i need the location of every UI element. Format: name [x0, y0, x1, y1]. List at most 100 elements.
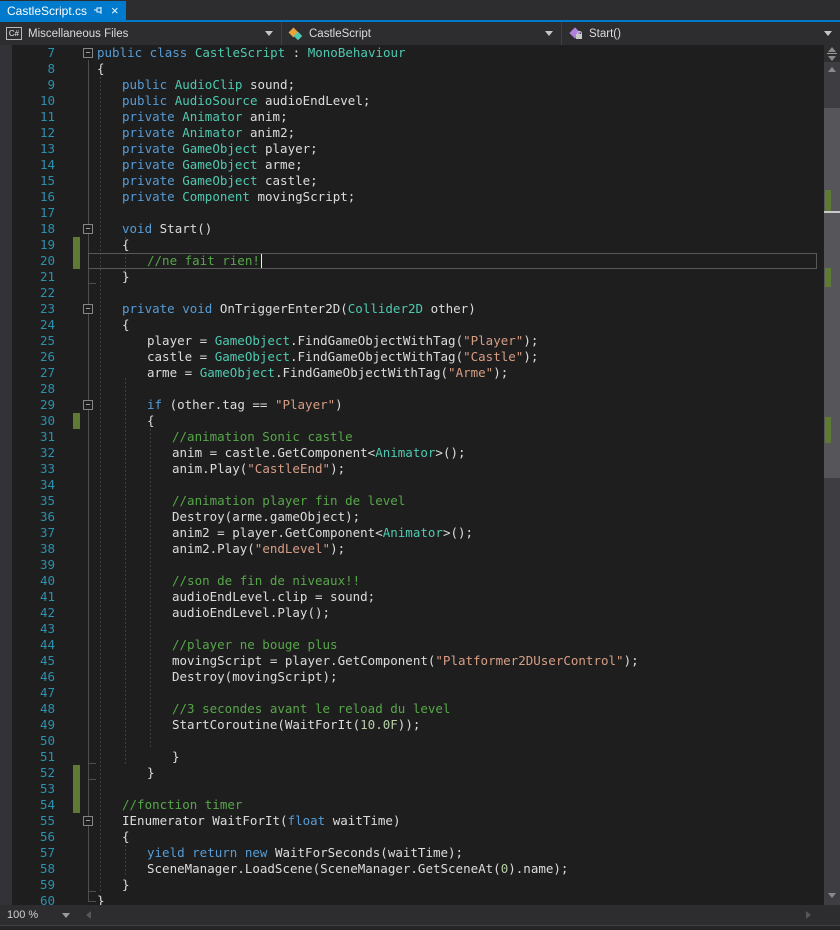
member-dropdown[interactable]: Start()	[562, 22, 840, 45]
tab-title: CastleScript.cs	[7, 4, 87, 18]
line-number: 34	[12, 477, 55, 493]
code-text: {	[122, 829, 130, 845]
code-text: {	[122, 237, 130, 253]
code-text: audioEndLevel.Play();	[172, 605, 330, 621]
scroll-left-icon[interactable]	[86, 911, 91, 919]
line-number: 60	[12, 893, 55, 905]
code-line: 25player = GameObject.FindGameObjectWith…	[0, 333, 824, 349]
code-text: }	[172, 749, 180, 765]
code-line: 36 Destroy(arme.gameObject);	[0, 509, 824, 525]
code-line: 40//son de fin de niveaux!!	[0, 573, 824, 589]
code-text: Destroy(movingScript);	[172, 669, 338, 685]
code-line: 51}	[0, 749, 824, 765]
line-number: 37	[12, 525, 55, 541]
code-line: 11private Animator anim;	[0, 109, 824, 125]
code-area[interactable]: 7−public class CastleScript : MonoBehavi…	[0, 45, 824, 905]
code-text: private GameObject player;	[122, 141, 318, 157]
horizontal-scrollbar[interactable]: 100 %	[0, 905, 824, 925]
code-text: SceneManager.LoadScene(SceneManager.GetS…	[147, 861, 568, 877]
line-number: 45	[12, 653, 55, 669]
collapse-toggle[interactable]: −	[83, 816, 93, 826]
line-number: 14	[12, 157, 55, 173]
line-number: 15	[12, 173, 55, 189]
code-text: Destroy(arme.gameObject);	[172, 509, 360, 525]
code-text: private Animator anim2;	[122, 125, 295, 141]
collapse-toggle[interactable]: −	[83, 48, 93, 58]
code-line: 56{	[0, 829, 824, 845]
code-line: 29−if (other.tag == "Player")	[0, 397, 824, 413]
vs-editor-window: CastleScript.cs × C# Miscellaneous Files…	[0, 0, 840, 930]
code-text: audioEndLevel.clip = sound;	[172, 589, 375, 605]
scrollbar-splitter-icon[interactable]	[824, 45, 840, 62]
line-number: 8	[12, 61, 55, 77]
code-line: 24{	[0, 317, 824, 333]
code-text: yield return new WaitForSeconds(waitTime…	[147, 845, 463, 861]
code-line: 52}	[0, 765, 824, 781]
scroll-up-icon[interactable]	[828, 67, 836, 72]
line-number: 13	[12, 141, 55, 157]
collapse-toggle[interactable]: −	[83, 400, 93, 410]
collapse-toggle[interactable]: −	[83, 304, 93, 314]
code-line: 18−void Start()	[0, 221, 824, 237]
change-annotation	[825, 190, 831, 211]
code-text: public AudioClip sound;	[122, 77, 295, 93]
code-line: 27arme = GameObject.FindGameObjectWithTa…	[0, 365, 824, 381]
tab-castlescript[interactable]: CastleScript.cs ×	[0, 1, 126, 20]
line-number: 36	[12, 509, 55, 525]
code-line: 19 {	[0, 237, 824, 253]
line-number: 59	[12, 877, 55, 893]
code-line: 60}	[0, 893, 824, 905]
code-text: anim2.Play("endLevel");	[172, 541, 345, 557]
line-number: 33	[12, 461, 55, 477]
code-line: 7−public class CastleScript : MonoBehavi…	[0, 45, 824, 61]
chevron-down-icon	[545, 31, 553, 36]
code-text: private Component movingScript;	[122, 189, 355, 205]
code-text: IEnumerator WaitForIt(float waitTime)	[122, 813, 400, 829]
line-number: 58	[12, 861, 55, 877]
project-dropdown[interactable]: C# Miscellaneous Files	[0, 22, 282, 45]
method-icon	[568, 27, 583, 41]
code-text: }	[147, 765, 155, 781]
pin-icon[interactable]	[94, 4, 104, 18]
code-line: 57 yield return new WaitForSeconds(waitTi…	[0, 845, 824, 861]
code-line: 33anim.Play("CastleEnd");	[0, 461, 824, 477]
zoom-level: 100 %	[7, 909, 38, 921]
line-number: 7	[12, 45, 55, 61]
code-text: {	[122, 317, 130, 333]
code-text: anim = castle.GetComponent<Animator>();	[172, 445, 466, 461]
vertical-scrollbar[interactable]	[824, 45, 840, 905]
type-dropdown[interactable]: CastleScript	[282, 22, 562, 45]
scroll-down-icon[interactable]	[828, 893, 836, 898]
line-number: 9	[12, 77, 55, 93]
member-dropdown-label: Start()	[589, 28, 621, 40]
line-number: 21	[12, 269, 55, 285]
collapse-toggle[interactable]: −	[83, 224, 93, 234]
close-icon[interactable]: ×	[111, 4, 119, 17]
code-line: 28	[0, 381, 824, 397]
code-text: player = GameObject.FindGameObjectWithTa…	[147, 333, 538, 349]
line-number: 35	[12, 493, 55, 509]
code-text: private void OnTriggerEnter2D(Collider2D…	[122, 301, 476, 317]
code-line: 35//animation player fin de level	[0, 493, 824, 509]
line-number: 50	[12, 733, 55, 749]
code-text: }	[122, 269, 130, 285]
code-line: 8{	[0, 61, 824, 77]
scroll-right-icon[interactable]	[806, 911, 811, 919]
code-line: 22	[0, 285, 824, 301]
zoom-dropdown[interactable]: 100 %	[0, 905, 76, 925]
line-number: 52	[12, 765, 55, 781]
line-number: 57	[12, 845, 55, 861]
code-line: 30{	[0, 413, 824, 429]
code-text: private GameObject arme;	[122, 157, 303, 173]
class-icon	[288, 27, 303, 41]
code-text: //3 secondes avant le reload du level	[172, 701, 450, 717]
line-number: 43	[12, 621, 55, 637]
code-line: 58 SceneManager.LoadScene(SceneManager.Ge…	[0, 861, 824, 877]
code-line: 38anim2.Play("endLevel");	[0, 541, 824, 557]
line-number: 19	[12, 237, 55, 253]
code-line: 45movingScript = player.GetComponent("Pl…	[0, 653, 824, 669]
code-line: 20//ne fait rien!	[0, 253, 824, 269]
chevron-down-icon	[824, 31, 832, 36]
line-number: 41	[12, 589, 55, 605]
line-number: 32	[12, 445, 55, 461]
